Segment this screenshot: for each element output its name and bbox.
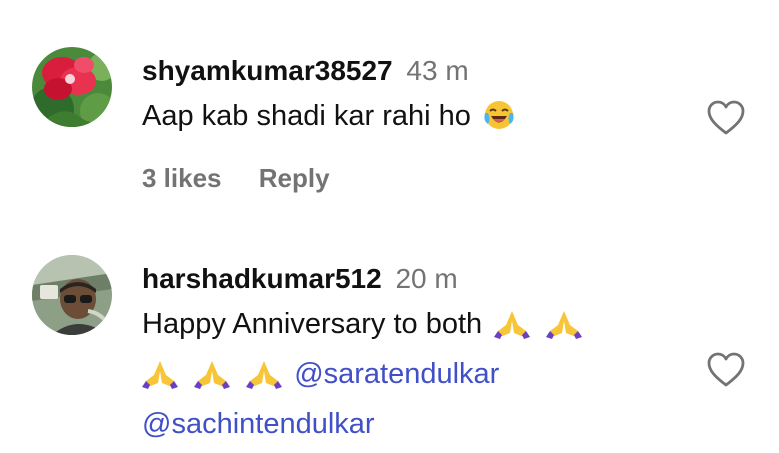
man-in-car-avatar-icon	[32, 255, 112, 335]
comment-item: harshadkumar512 20 m Happy Anniversary t…	[0, 230, 779, 453]
folded-hands-icon	[246, 357, 283, 402]
folded-hands-icon	[546, 307, 583, 352]
comment-actions: 3 likes Reply	[142, 163, 330, 194]
mention-link[interactable]: @saratendulkar	[294, 358, 499, 390]
folded-hands-icon	[494, 307, 531, 352]
avatar[interactable]	[32, 255, 112, 335]
likes-count[interactable]: 3 likes	[142, 163, 222, 193]
reply-button[interactable]: Reply	[259, 163, 330, 193]
comment-header: shyamkumar38527 43 m	[142, 55, 469, 87]
red-flower-avatar-icon	[32, 47, 112, 127]
comment-header: harshadkumar512 20 m	[142, 263, 458, 295]
comment-text: Happy Anniversary to both @saratendulkar…	[142, 302, 682, 446]
username[interactable]: harshadkumar512	[142, 263, 382, 294]
comment-timestamp[interactable]: 20 m	[395, 263, 457, 294]
folded-hands-icon	[194, 357, 231, 402]
face-with-tears-of-joy-icon	[483, 99, 515, 144]
avatar[interactable]	[32, 47, 112, 127]
comment-timestamp[interactable]: 43 m	[406, 55, 468, 86]
comment-text-content: Aap kab shadi kar rahi ho	[142, 100, 471, 132]
like-heart-icon[interactable]	[706, 352, 746, 388]
folded-hands-icon	[142, 357, 178, 402]
comment-text: Aap kab shadi kar rahi ho	[142, 94, 702, 144]
comment-item: shyamkumar38527 43 m Aap kab shadi kar r…	[0, 0, 779, 230]
like-heart-icon[interactable]	[706, 100, 746, 136]
username[interactable]: shyamkumar38527	[142, 55, 393, 86]
mention-link[interactable]: @sachintendulkar	[142, 408, 375, 440]
comment-text-content: Happy Anniversary to both	[142, 308, 483, 340]
